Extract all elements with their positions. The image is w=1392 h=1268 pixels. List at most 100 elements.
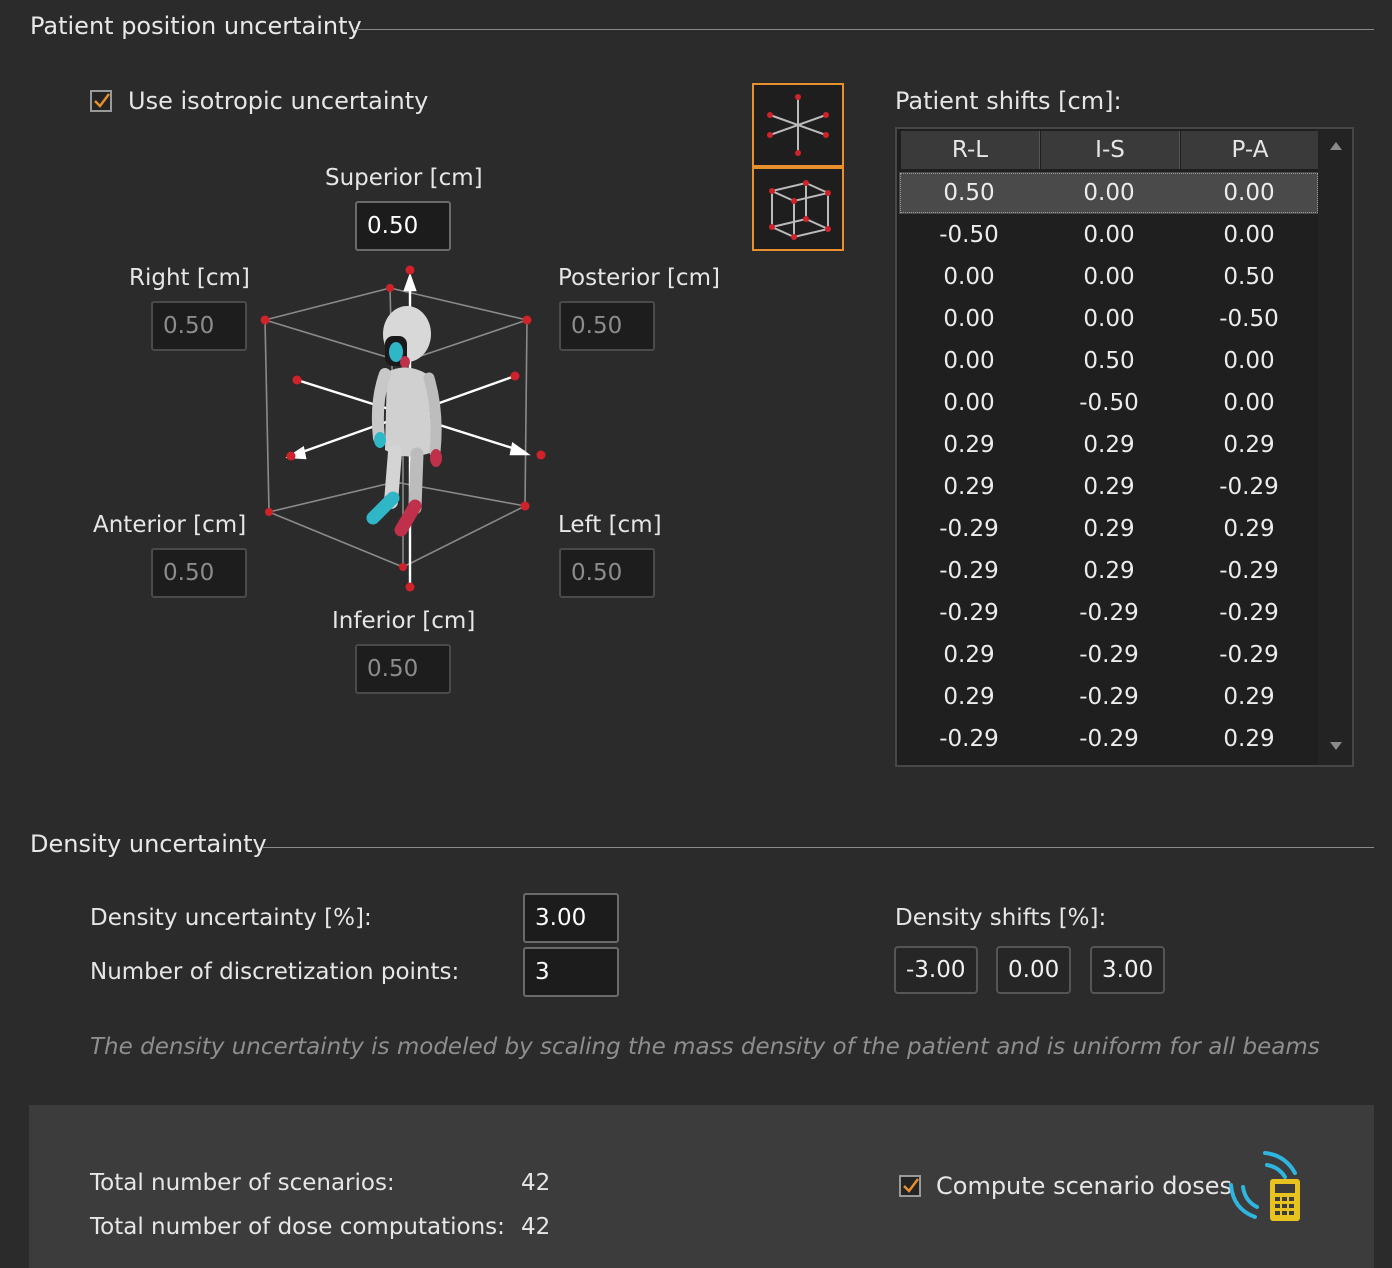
table-cell: 0.00 [1223, 222, 1275, 248]
mode-button-axes[interactable] [752, 83, 844, 167]
table-cell: 0.00 [943, 306, 995, 332]
scroll-up-arrow-icon[interactable] [1329, 141, 1343, 151]
compute-doses-label[interactable]: Compute scenario doses [936, 1172, 1232, 1200]
table-cell: 0.00 [943, 390, 995, 416]
inferior-input[interactable]: 0.50 [355, 644, 451, 694]
isotropic-label[interactable]: Use isotropic uncertainty [128, 87, 428, 115]
table-cell: 0.00 [1083, 180, 1135, 206]
total-scenarios-label: Total number of scenarios: [90, 1170, 395, 1196]
density-uncertainty-input[interactable]: 3.00 [523, 893, 619, 943]
table-cell: -0.50 [1079, 390, 1139, 416]
table-row[interactable]: 0.29 0.29 0.29 [899, 424, 1319, 466]
posterior-input[interactable]: 0.50 [559, 301, 655, 351]
table-row[interactable]: 0.29 0.29 -0.29 [899, 466, 1319, 508]
table-cell: -0.50 [939, 222, 999, 248]
table-cell: 0.00 [1083, 306, 1135, 332]
table-cell: 0.29 [1083, 516, 1135, 542]
anterior-label: Anterior [cm] [93, 512, 247, 538]
table-row[interactable]: 0.00 0.00 0.50 [899, 256, 1319, 298]
discretization-points-input[interactable]: 3 [523, 947, 619, 997]
table-row[interactable]: -0.50 0.00 0.00 [899, 214, 1319, 256]
table-cell: 0.29 [1083, 432, 1135, 458]
posterior-label: Posterior [cm] [558, 265, 720, 291]
total-scenarios-value: 42 [521, 1170, 551, 1196]
table-row[interactable]: 0.00 0.50 0.00 [899, 340, 1319, 382]
table-cell: -0.29 [1219, 642, 1279, 668]
density-shift-chip: 0.00 [996, 946, 1072, 994]
total-dose-computations-label: Total number of dose computations: [90, 1214, 505, 1240]
table-cell: 0.29 [943, 474, 995, 500]
patient-shifts-label: Patient shifts [cm]: [895, 87, 1122, 115]
table-cell: 0.50 [1083, 348, 1135, 374]
table-cell: 0.00 [1083, 222, 1135, 248]
right-label: Right [cm] [129, 265, 250, 291]
table-cell: -0.29 [1219, 474, 1279, 500]
mode-button-cube[interactable] [752, 167, 844, 251]
patient-shifts-table[interactable]: R-L I-S P-A 0.50 0.00 0.00 -0.50 0.00 0.00 0.0… [895, 127, 1354, 767]
column-header-is[interactable]: I-S [1041, 131, 1180, 169]
checkmark-icon [94, 93, 110, 108]
density-uncertainty-label: Density uncertainty [%]: [90, 905, 372, 931]
superior-label: Superior [cm] [325, 165, 483, 191]
total-dose-computations-value: 42 [521, 1214, 551, 1240]
table-cell: 0.00 [1083, 264, 1135, 290]
table-cell: 0.29 [943, 642, 995, 668]
compute-doses-checkbox[interactable] [899, 1175, 921, 1197]
table-cell: -0.29 [1219, 600, 1279, 626]
table-cell: -0.29 [1079, 726, 1139, 752]
table-cell: -0.29 [939, 558, 999, 584]
section-divider [262, 847, 1374, 848]
cube-corners-icon [768, 180, 832, 240]
calculator-wireless-icon [1229, 1151, 1300, 1221]
density-shift-chip: 3.00 [1090, 946, 1166, 994]
scroll-down-arrow-icon[interactable] [1329, 741, 1343, 751]
left-input[interactable]: 0.50 [559, 548, 655, 598]
table-row[interactable]: -0.29 -0.29 -0.29 [899, 592, 1319, 634]
table-cell: 0.29 [1083, 474, 1135, 500]
table-cell: 0.29 [1223, 516, 1275, 542]
table-cell: 0.29 [1223, 432, 1275, 458]
table-cell: -0.29 [1079, 600, 1139, 626]
table-cell: 0.00 [943, 348, 995, 374]
patient-cube-illustration [260, 265, 546, 592]
superior-input[interactable]: 0.50 [355, 201, 451, 251]
column-header-rl[interactable]: R-L [901, 131, 1040, 169]
table-row[interactable]: -0.29 -0.29 0.29 [899, 718, 1319, 760]
table-cell: 0.50 [943, 180, 995, 206]
table-cell: -0.29 [1079, 684, 1139, 710]
table-row[interactable]: -0.29 0.29 0.29 [899, 508, 1319, 550]
section-title-density: Density uncertainty [30, 830, 267, 858]
table-cell: 0.29 [1223, 726, 1275, 752]
table-row[interactable]: 0.29 -0.29 0.29 [899, 676, 1319, 718]
table-cell: -0.50 [1219, 306, 1279, 332]
patient-figure [366, 306, 442, 537]
anterior-input[interactable]: 0.50 [151, 548, 247, 598]
inferior-label: Inferior [cm] [332, 608, 476, 634]
table-row[interactable]: 0.00 0.00 -0.50 [899, 298, 1319, 340]
table-cell: -0.29 [1219, 558, 1279, 584]
table-row[interactable]: 0.29 -0.29 -0.29 [899, 634, 1319, 676]
table-cell: -0.29 [939, 516, 999, 542]
density-shifts-label: Density shifts [%]: [895, 905, 1107, 931]
table-cell: 0.29 [943, 684, 995, 710]
table-cell: 0.00 [1223, 348, 1275, 374]
left-label: Left [cm] [558, 512, 662, 538]
table-cell: 0.29 [943, 432, 995, 458]
checkmark-icon [903, 1178, 919, 1193]
density-note: The density uncertainty is modeled by sc… [90, 1034, 1320, 1060]
table-scrollbar[interactable] [1318, 129, 1352, 765]
isotropic-checkbox[interactable] [90, 90, 112, 112]
discretization-points-label: Number of discretization points: [90, 959, 460, 985]
table-cell: -0.29 [939, 600, 999, 626]
star-axes-icon [767, 94, 829, 156]
column-header-pa[interactable]: P-A [1181, 131, 1320, 169]
table-row[interactable]: 0.00 -0.50 0.00 [899, 382, 1319, 424]
table-cell: 0.29 [1083, 558, 1135, 584]
table-cell: 0.50 [1223, 264, 1275, 290]
table-row[interactable]: 0.50 0.00 0.00 [899, 172, 1319, 214]
table-row[interactable]: -0.29 0.29 -0.29 [899, 550, 1319, 592]
summary-panel: Total number of scenarios: 42 Total numb… [29, 1105, 1374, 1268]
section-divider [355, 29, 1374, 30]
table-header: R-L I-S P-A [899, 129, 1320, 169]
right-input[interactable]: 0.50 [151, 301, 247, 351]
